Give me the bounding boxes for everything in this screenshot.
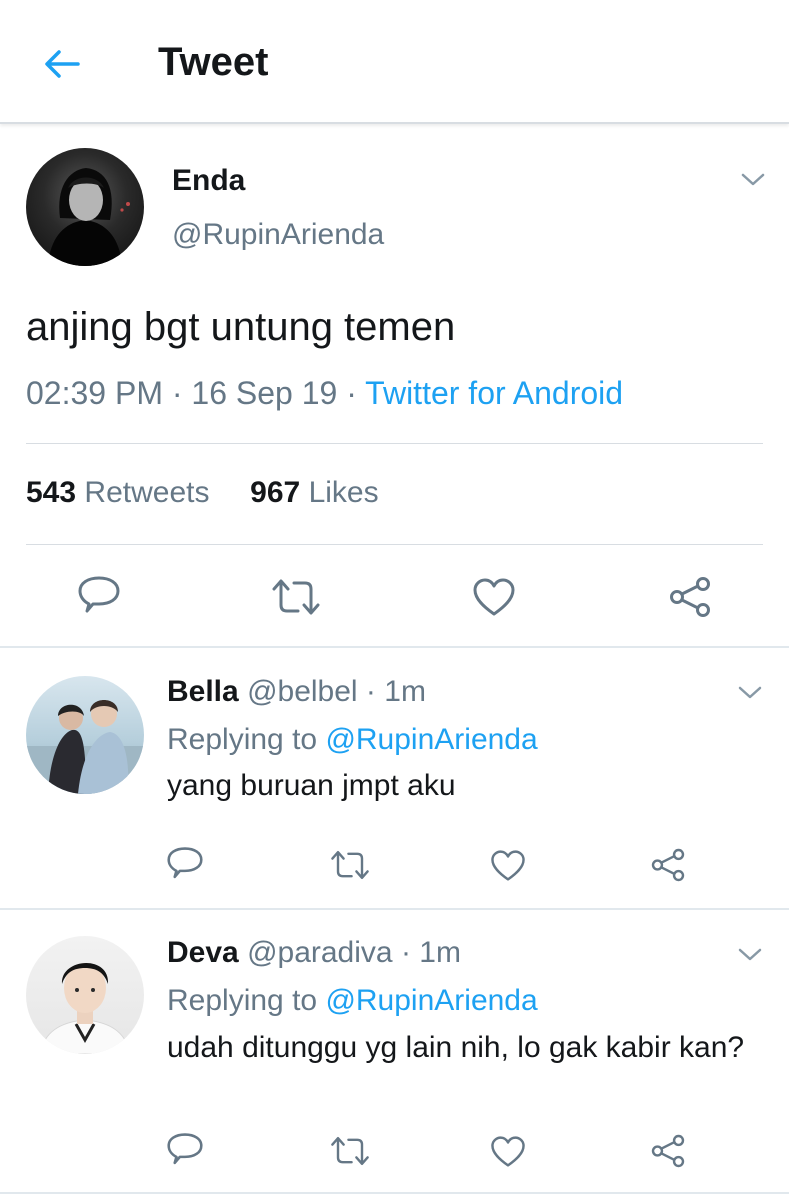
retweet-button[interactable]	[270, 574, 322, 620]
avatar[interactable]	[26, 148, 144, 266]
heart-icon	[491, 1135, 525, 1167]
retweets-count: 543	[26, 476, 77, 509]
section-separator	[0, 1192, 789, 1194]
reply-button[interactable]	[74, 572, 124, 620]
chevron-down-icon	[738, 948, 762, 961]
replying-to-label: Replying to	[167, 984, 318, 1017]
likes-stat[interactable]: 967 Likes	[250, 476, 378, 509]
back-button[interactable]	[40, 44, 84, 84]
likes-label: Likes	[308, 476, 379, 509]
retweet-icon	[331, 851, 369, 879]
reply-author-handle[interactable]: @paradiva	[247, 936, 393, 969]
tweet-stats: 543 Retweets 967 Likes	[26, 476, 379, 510]
reply-author-handle[interactable]: @belbel	[247, 675, 358, 708]
tweet-time: 02:39 PM	[26, 375, 163, 411]
section-separator	[0, 908, 789, 910]
reply-icon	[78, 576, 120, 613]
meta-separator: ·	[392, 936, 420, 969]
reply-header: Deva @paradiva · 1m	[167, 936, 461, 970]
replying-to-link[interactable]: @RupinArienda	[325, 984, 537, 1017]
share-button[interactable]	[666, 574, 714, 620]
avatar[interactable]	[26, 936, 144, 1054]
author-name[interactable]: Enda	[172, 164, 245, 198]
share-icon	[651, 848, 685, 882]
like-button[interactable]	[470, 574, 518, 620]
reply-author-name[interactable]: Bella	[167, 675, 239, 708]
avatar[interactable]	[26, 676, 144, 794]
reply-button[interactable]	[164, 1130, 206, 1170]
replying-to: Replying to @RupinArienda	[167, 723, 538, 757]
replying-to-label: Replying to	[167, 723, 318, 756]
chevron-down-icon	[741, 173, 765, 186]
divider	[26, 443, 763, 444]
divider	[26, 544, 763, 545]
reply-author-name[interactable]: Deva	[167, 936, 239, 969]
reply-button[interactable]	[164, 844, 206, 884]
like-button[interactable]	[488, 846, 528, 884]
reply-text: udah ditunggu yg lain nih, lo gak kabir …	[167, 1031, 745, 1064]
share-button[interactable]	[648, 846, 688, 884]
share-icon	[651, 1134, 685, 1168]
replying-to-link[interactable]: @RupinArienda	[325, 723, 537, 756]
likes-count: 967	[250, 476, 301, 509]
section-separator	[0, 646, 789, 648]
meta-separator: ·	[162, 375, 192, 411]
meta-separator: ·	[337, 375, 366, 411]
retweets-label: Retweets	[84, 476, 210, 509]
reply-time: 1m	[419, 936, 461, 969]
tweet-meta: 02:39 PM · 16 Sep 19 · Twitter for Andro…	[26, 375, 623, 412]
heart-icon	[473, 578, 515, 616]
avatar-photo	[39, 962, 131, 1054]
tweet-menu-button[interactable]	[738, 170, 768, 190]
meta-separator: ·	[357, 675, 385, 708]
retweets-stat[interactable]: 543 Retweets	[26, 476, 209, 509]
reply-menu-button[interactable]	[735, 683, 765, 703]
heart-icon	[491, 849, 525, 881]
tweet-text: anjing bgt untung temen	[26, 305, 456, 349]
avatar-photo	[48, 168, 130, 266]
tweet-source-link[interactable]: Twitter for Android	[365, 375, 623, 411]
reply-icon	[167, 847, 203, 879]
reply-header: Bella @belbel · 1m	[167, 675, 426, 709]
author-handle[interactable]: @RupinArienda	[172, 218, 384, 252]
retweet-button[interactable]	[328, 846, 372, 884]
reply-icon	[167, 1133, 203, 1165]
chevron-down-icon	[738, 686, 762, 699]
app-header: Tweet	[0, 0, 789, 124]
like-button[interactable]	[488, 1132, 528, 1170]
retweet-icon	[272, 579, 320, 615]
avatar-photo	[26, 700, 144, 794]
share-button[interactable]	[648, 1132, 688, 1170]
reply-time: 1m	[384, 675, 426, 708]
page-title: Tweet	[158, 40, 269, 84]
arrow-left-icon	[45, 50, 80, 78]
tweet-date: 16 Sep 19	[191, 375, 338, 411]
retweet-button[interactable]	[328, 1132, 372, 1170]
retweet-icon	[331, 1137, 369, 1165]
share-icon	[670, 577, 710, 617]
replying-to: Replying to @RupinArienda	[167, 984, 538, 1018]
reply-text: yang buruan jmpt aku	[167, 769, 456, 802]
reply-menu-button[interactable]	[735, 945, 765, 965]
